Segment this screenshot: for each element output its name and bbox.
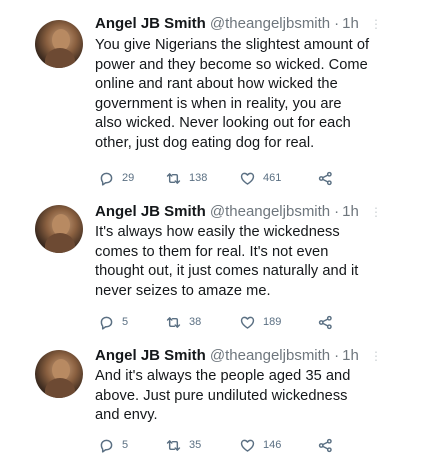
tweet-text-line: online and rant about how wicked the [95, 76, 338, 93]
author-handle[interactable]: @theangeljbsmith [210, 203, 330, 220]
tweet-text: You give Nigerians the slightest amount … [95, 36, 395, 154]
retweet-icon [166, 316, 181, 328]
avatar[interactable] [35, 350, 83, 398]
share-icon [318, 315, 332, 329]
tweet-text-line: It's always how easily the wickedness [95, 224, 340, 240]
author-name[interactable]: Angel JB Smith [95, 203, 206, 220]
author-handle[interactable]: @theangeljbsmith [210, 15, 330, 32]
tweet-actions: 5 35 146 [95, 436, 355, 454]
avatar-body [45, 48, 75, 68]
like-button[interactable]: 189 [239, 313, 281, 331]
like-button[interactable]: 146 [239, 436, 281, 454]
reply-button[interactable]: 5 [98, 436, 128, 454]
tweet-text-line: You give Nigerians the slightest amount … [95, 37, 370, 53]
tweet-header: Angel JB Smith @theangeljbsmith · 1h [95, 14, 359, 34]
tweet-header: Angel JB Smith @theangeljbsmith · 1h [95, 346, 359, 366]
retweet-button[interactable]: 38 [165, 313, 201, 331]
avatar[interactable] [35, 20, 83, 68]
author-name[interactable]: Angel JB Smith [95, 15, 206, 32]
tweet-text: It's always how easily the wickedness co… [95, 223, 395, 301]
heart-icon [240, 316, 255, 329]
reply-button[interactable]: 5 [98, 313, 128, 331]
share-button[interactable] [317, 313, 334, 331]
reply-count: 5 [122, 316, 129, 328]
like-count: 146 [263, 439, 282, 451]
tweet-actions: 5 38 189 [95, 313, 355, 331]
tweet-text-line: above. Just pure undiluted wickedness [95, 387, 348, 404]
tweet-text-line: other, just dog eating dog for real. [95, 134, 315, 151]
avatar-body [45, 378, 75, 398]
retweet-button[interactable]: 35 [165, 436, 201, 454]
reply-count: 5 [122, 439, 129, 451]
retweet-icon [166, 439, 181, 451]
retweet-icon [166, 172, 181, 184]
author-name[interactable]: Angel JB Smith [95, 347, 206, 364]
share-icon [318, 171, 332, 185]
tweet-text-line: never seizes to amaze me. [95, 282, 271, 299]
tweet-text-line: thought out, it just comes naturally and… [95, 263, 359, 280]
avatar[interactable] [35, 205, 83, 253]
tweet-text-line: and envy. [95, 407, 158, 424]
tweet-thread: Angel JB Smith @theangeljbsmith · 1h ⋮ You … [0, 0, 428, 465]
share-icon [318, 438, 332, 452]
more-icon[interactable]: ⋮ [370, 349, 382, 363]
reply-count: 29 [122, 172, 135, 184]
retweet-count: 38 [189, 316, 202, 328]
heart-icon [240, 439, 255, 452]
reply-icon [100, 316, 113, 330]
tweet-text-line: also wicked. Never looking out for each [95, 115, 351, 132]
tweet-text-line: government is when in reality, you are [95, 95, 342, 112]
tweet-text: And it's always the people aged 35 and a… [95, 367, 395, 426]
like-button[interactable]: 461 [239, 169, 281, 187]
retweet-count: 138 [189, 172, 208, 184]
separator-dot: · [334, 347, 340, 364]
tweet-time[interactable]: 1h [342, 15, 359, 32]
reply-button[interactable]: 29 [98, 169, 134, 187]
author-handle[interactable]: @theangeljbsmith [210, 347, 330, 364]
tweet-text-line: And it's always the people aged 35 and [95, 368, 351, 384]
tweet-actions: 29 138 461 [95, 169, 355, 187]
tweet-header: Angel JB Smith @theangeljbsmith · 1h [95, 202, 359, 222]
like-count: 461 [263, 172, 282, 184]
reply-icon [100, 172, 113, 186]
tweet-time[interactable]: 1h [342, 347, 359, 364]
retweet-button[interactable]: 138 [165, 169, 207, 187]
heart-icon [240, 172, 255, 185]
more-icon[interactable]: ⋮ [370, 17, 382, 31]
like-count: 189 [263, 316, 282, 328]
separator-dot: · [334, 15, 340, 32]
retweet-count: 35 [189, 439, 202, 451]
tweet-text-line: comes to them for real. It's not even [95, 243, 329, 260]
share-button[interactable] [317, 169, 334, 187]
more-icon[interactable]: ⋮ [370, 205, 382, 219]
tweet-time[interactable]: 1h [342, 203, 359, 220]
separator-dot: · [334, 203, 340, 220]
avatar-body [45, 233, 75, 253]
tweet-text-line: power and they become so wicked. Come [95, 56, 368, 73]
share-button[interactable] [317, 436, 334, 454]
reply-icon [100, 439, 113, 453]
